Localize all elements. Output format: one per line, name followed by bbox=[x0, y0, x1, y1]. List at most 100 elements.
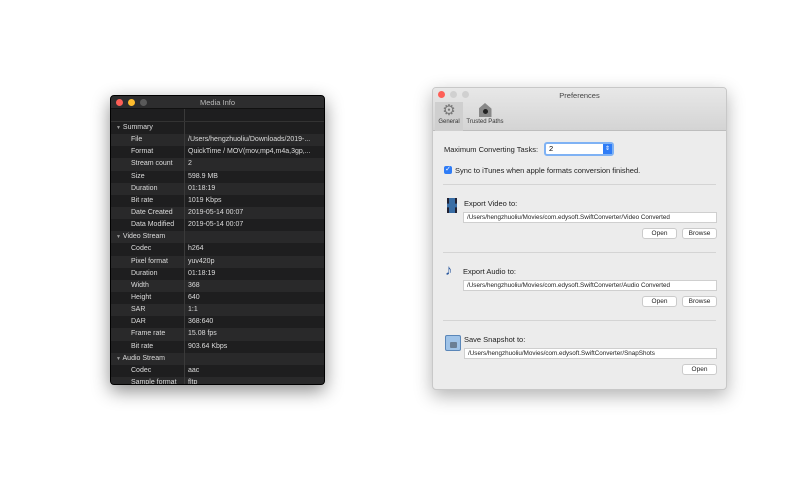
disclosure-triangle-icon[interactable]: ▼ bbox=[116, 356, 121, 362]
sync-checkbox[interactable]: ✓ bbox=[444, 166, 452, 174]
table-row[interactable]: Sample format fltp bbox=[111, 376, 324, 384]
table-row[interactable]: Date Created 2019-05-14 00:07 bbox=[111, 206, 324, 220]
table-row[interactable]: Width 368 bbox=[111, 279, 324, 292]
row-value: 01:18:19 bbox=[188, 269, 216, 277]
row-key: Date Created bbox=[111, 206, 185, 220]
row-key: Format bbox=[111, 146, 185, 159]
row-key: DAR bbox=[111, 316, 185, 329]
row-value: 1:1 bbox=[188, 306, 198, 314]
table-row[interactable]: Bit rate 1019 Kbps bbox=[111, 194, 324, 207]
table-row[interactable]: Stream count 2 bbox=[111, 158, 324, 171]
row-key: Width bbox=[111, 279, 185, 292]
tab-trusted-paths[interactable]: Trusted Paths bbox=[463, 102, 507, 131]
disclosure-triangle-icon[interactable]: ▼ bbox=[116, 234, 121, 240]
row-key: Sample format bbox=[111, 376, 185, 384]
divider bbox=[443, 320, 716, 321]
row-key: Stream count bbox=[111, 158, 185, 171]
row-value: aac bbox=[188, 366, 200, 374]
max-tasks-select[interactable]: 2 ⇕ bbox=[544, 142, 614, 156]
row-key: ▼ Video Stream bbox=[111, 231, 185, 244]
table-row[interactable]: Bit rate 903.64 Kbps bbox=[111, 340, 324, 353]
table-row[interactable]: Duration 01:18:19 bbox=[111, 182, 324, 195]
audio-browse-button[interactable]: Browse bbox=[682, 296, 717, 307]
row-value: yuv420p bbox=[188, 257, 215, 265]
preferences-window: Preferences ⚙ General Trusted Paths Maxi… bbox=[432, 87, 727, 390]
snapshot-icon bbox=[445, 335, 461, 351]
table-row[interactable]: Duration 01:18:19 bbox=[111, 267, 324, 280]
row-key: Data Modified bbox=[111, 219, 185, 232]
row-key: Frame rate bbox=[111, 328, 185, 341]
zoom-button[interactable] bbox=[140, 99, 147, 106]
row-value: /Users/hengzhuoliu/Downloads/2019-... bbox=[188, 136, 311, 144]
snapshot-path[interactable]: /Users/hengzhuoliu/Movies/com.edysoft.Sw… bbox=[464, 348, 717, 359]
row-key: File bbox=[111, 134, 185, 147]
media-info-window: Media Info ▼ Summary File/Users/hengzhuol… bbox=[110, 95, 325, 385]
tab-general[interactable]: ⚙ General bbox=[435, 102, 463, 131]
row-value: 368 bbox=[188, 281, 200, 289]
row-value: 2019-05-14 00:07 bbox=[188, 221, 244, 229]
row-key: Bit rate bbox=[111, 340, 185, 353]
title-bar: Media Info bbox=[111, 96, 324, 109]
row-value: QuickTime / MOV(mov,mp4,m4a,3gp,... bbox=[188, 148, 311, 156]
row-key: Pixel format bbox=[111, 255, 185, 268]
music-note-icon: ♪ bbox=[445, 262, 453, 279]
section-row[interactable]: ▼ Summary bbox=[111, 122, 324, 135]
save-snapshot-label: Save Snapshot to: bbox=[464, 335, 526, 344]
table-row[interactable]: Format QuickTime / MOV(mov,mp4,m4a,3gp,..… bbox=[111, 146, 324, 159]
divider bbox=[443, 184, 716, 185]
row-key: Codec bbox=[111, 364, 185, 377]
export-video-label: Export Video to: bbox=[464, 199, 518, 208]
video-open-button[interactable]: Open bbox=[642, 228, 677, 239]
table-row[interactable]: File/Users/hengzhuoliu/Downloads/2019-..… bbox=[111, 134, 324, 147]
section-row[interactable]: ▼ Audio Stream bbox=[111, 352, 324, 365]
house-lock-icon bbox=[478, 103, 492, 117]
info-table: ▼ Summary File/Users/hengzhuoliu/Download… bbox=[111, 122, 324, 384]
minimize-button[interactable] bbox=[128, 99, 135, 106]
audio-open-button[interactable]: Open bbox=[642, 296, 677, 307]
row-value: 598.9 MB bbox=[188, 172, 218, 180]
row-key: SAR bbox=[111, 304, 185, 317]
row-value bbox=[185, 122, 324, 134]
row-value: 2 bbox=[188, 160, 192, 168]
table-row[interactable]: Size 598.9 MB bbox=[111, 170, 324, 183]
table-row[interactable]: Codec h264 bbox=[111, 243, 324, 256]
snapshot-open-button[interactable]: Open bbox=[682, 364, 717, 375]
export-audio-path[interactable]: /Users/hengzhuoliu/Movies/com.edysoft.Sw… bbox=[463, 280, 717, 291]
table-row[interactable]: Codec aac bbox=[111, 364, 324, 377]
row-key: Size bbox=[111, 170, 185, 183]
row-key: Duration bbox=[111, 267, 185, 280]
row-key: Height bbox=[111, 291, 185, 305]
table-row[interactable]: Frame rate 15.08 fps bbox=[111, 328, 324, 341]
row-value bbox=[185, 231, 324, 243]
row-value: 368:640 bbox=[188, 318, 214, 326]
table-row[interactable]: Data Modified 2019-05-14 00:07 bbox=[111, 219, 324, 232]
chevron-updown-icon: ⇕ bbox=[603, 144, 612, 154]
row-value: h264 bbox=[188, 245, 204, 253]
table-row[interactable]: Pixel format yuv420p bbox=[111, 255, 324, 268]
row-value: 640 bbox=[188, 293, 200, 301]
row-key: ▼ Summary bbox=[111, 122, 185, 135]
table-row[interactable]: DAR 368:640 bbox=[111, 316, 324, 329]
row-key: Codec bbox=[111, 243, 185, 256]
row-value: 1019 Kbps bbox=[188, 196, 222, 204]
table-header bbox=[111, 109, 324, 122]
row-value bbox=[185, 353, 324, 365]
section-row[interactable]: ▼ Video Stream bbox=[111, 231, 324, 244]
max-tasks-label: Maximum Converting Tasks: bbox=[444, 145, 539, 154]
table-row[interactable]: Height 640 bbox=[111, 291, 324, 305]
row-key: ▼ Audio Stream bbox=[111, 352, 185, 365]
toolbar: Preferences ⚙ General Trusted Paths bbox=[433, 88, 726, 131]
disclosure-triangle-icon[interactable]: ▼ bbox=[116, 125, 121, 131]
export-video-path[interactable]: /Users/hengzhuoliu/Movies/com.edysoft.Sw… bbox=[463, 212, 717, 223]
video-browse-button[interactable]: Browse bbox=[682, 228, 717, 239]
divider bbox=[443, 252, 716, 253]
row-key: Bit rate bbox=[111, 194, 185, 207]
table-row[interactable]: SAR 1:1 bbox=[111, 304, 324, 317]
row-key: Duration bbox=[111, 182, 185, 195]
row-value: 01:18:19 bbox=[188, 184, 216, 192]
row-value: 2019-05-14 00:07 bbox=[188, 208, 244, 216]
gear-icon: ⚙ bbox=[442, 102, 456, 119]
window-title: Preferences bbox=[559, 91, 600, 100]
sync-label: Sync to iTunes when apple formats conver… bbox=[455, 166, 641, 175]
close-button[interactable] bbox=[116, 99, 123, 106]
